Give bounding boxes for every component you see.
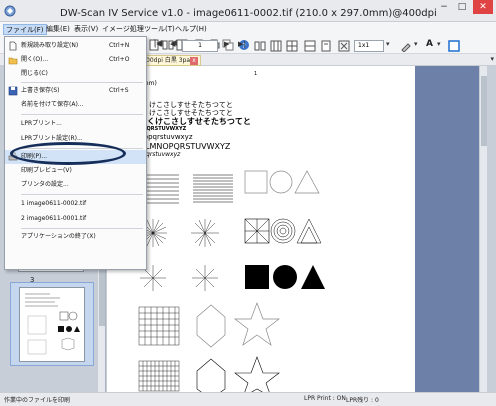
test-pattern-shapes [138,170,325,392]
previous-page-button[interactable]: ◀ [170,40,175,48]
thumbnail-page-3[interactable] [19,287,85,362]
menu-view[interactable]: 表示(V) [72,24,100,35]
app-icon [4,5,16,17]
thumbnail-page-3-preview [25,293,80,355]
menu-item-save-as[interactable]: 名前を付けて保存(A)... [5,98,146,112]
menu-item-lpr-print[interactable]: LPRプリント... [5,117,146,131]
edit-pen-icon[interactable] [400,40,412,52]
last-page-button[interactable]: ▶| [238,40,246,48]
document-view: 1 1mm×1189mm) うえおかきくけこさしすせそたちつてと うえおかきくけ… [107,66,487,392]
tab-close-icon[interactable]: x [190,57,198,65]
menu-tools[interactable]: ツール(T) [142,24,177,35]
status-lpr-remaining: LPR残り : 0 [346,397,379,404]
menu-file[interactable]: ファイル(F) [3,24,47,35]
split-view-icon[interactable] [304,40,316,52]
document-scrollbar-thumb[interactable] [481,76,487,146]
new-document-icon [9,41,17,51]
layout-icon-1[interactable] [254,40,266,52]
menu-item-exit[interactable]: アプリケーションの終了(X) [5,230,146,244]
maximize-button[interactable]: □ [454,0,470,14]
thumbnail-page-3-selected[interactable] [10,282,94,366]
text-dropdown-icon[interactable]: ▾ [437,40,441,48]
menu-item-printer-settings[interactable]: プリンタの設定... [5,178,146,192]
folder-icon [8,57,18,65]
fit-page-icon[interactable] [320,40,332,52]
status-lpr-print: LPR Print : ON [304,395,346,402]
page-number-field[interactable]: 1 [182,40,218,52]
page-nav-strip: |◀ ◀ 1 ▶ ▶| 1x1 ▾ ▾ A ▾ [150,39,496,52]
menu-separator [21,228,143,229]
menu-separator [21,194,143,195]
menu-item-print-preview[interactable]: 印刷プレビュー(V) [5,164,146,178]
minimize-button[interactable]: − [436,0,452,14]
document-scrollbar[interactable] [479,66,487,392]
menu-item-new-scan[interactable]: 新規読み取り設定(N) Ctrl+N [5,39,146,53]
save-icon [8,86,18,96]
menu-item-save[interactable]: 上書き保存(S) Ctrl+S [5,84,146,98]
menu-help[interactable]: ヘルプ(H) [173,24,209,35]
text-tool-button[interactable]: A [426,39,433,49]
layout-icon-3[interactable] [286,40,298,52]
menu-separator [21,114,143,115]
document-tab[interactable]: 00dpi 白黒 3page x [143,55,201,66]
tab-dropdown-icon[interactable]: ▾ [490,55,494,63]
menu-bar: ファイル(F) 編集(E) 表示(V) イメージ処理 ツール(T) ヘルプ(H) [0,22,496,36]
layout-icon-2[interactable] [270,40,282,52]
next-page-button[interactable]: ▶ [224,40,229,48]
status-bar: 作業中のファイルを印刷 LPR Print : ON LPR残り : 0 [0,392,496,406]
window-title: DW-Scan IV Service v1.0 - image0611-0002… [60,8,436,19]
highlight-ellipse [10,142,126,165]
frame-select-icon[interactable] [448,40,460,52]
menu-separator [21,82,143,83]
menu-item-close[interactable]: 閉じる(C) [5,67,146,81]
pen-dropdown-icon[interactable]: ▾ [414,40,418,48]
menu-edit[interactable]: 編集(E) [44,24,72,35]
title-bar: DW-Scan IV Service v1.0 - image0611-0002… [0,0,496,22]
close-button[interactable]: ✕ [473,0,493,14]
first-page-button[interactable]: |◀ [154,40,162,48]
zoom-fit-icon[interactable] [338,40,350,52]
status-message: 作業中のファイルを印刷 [4,397,71,404]
menu-image-processing[interactable]: イメージ処理 [100,24,146,35]
menu-item-recent-2[interactable]: 2 image0611-0001.tif [5,212,146,226]
thumbnail-scrollbar-thumb[interactable] [99,266,105,326]
menu-item-recent-1[interactable]: 1 image0611-0002.tif [5,197,146,211]
zoom-dropdown-icon[interactable]: ▾ [386,40,390,48]
zoom-field[interactable]: 1x1 [354,40,384,52]
page-marker: 1 [254,71,258,77]
menu-item-open[interactable]: 開く(O)... Ctrl+O [5,53,146,67]
document-page: 1 1mm×1189mm) うえおかきくけこさしすせそたちつてと うえおかきくけ… [107,66,415,392]
